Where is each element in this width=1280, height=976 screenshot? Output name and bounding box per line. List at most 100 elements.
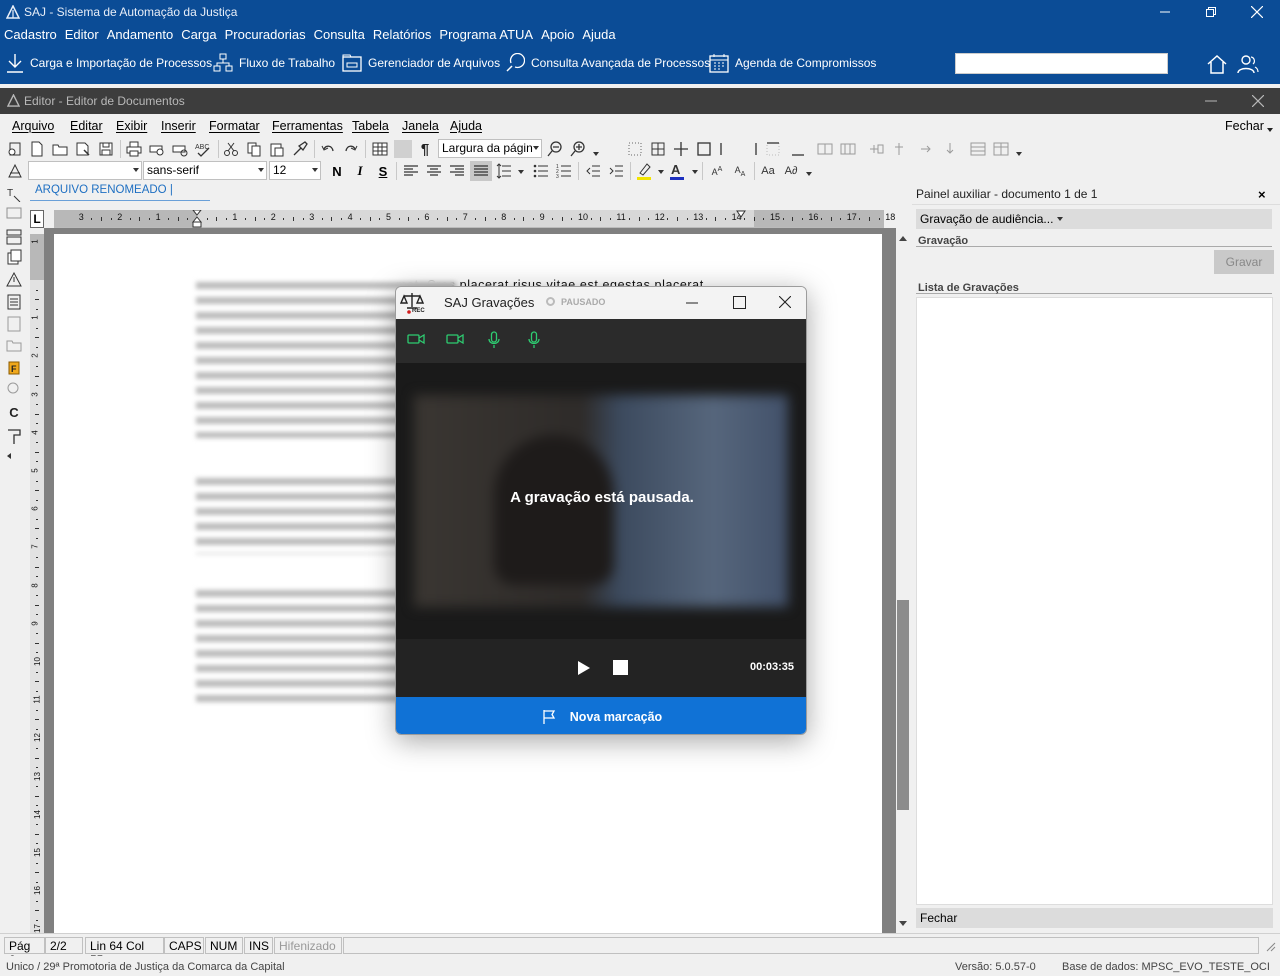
menu-cadastro[interactable]: Cadastro <box>0 27 61 42</box>
gerenciador-arquivos-button[interactable]: Gerenciador de Arquivos <box>342 52 500 74</box>
shrink-font-icon[interactable]: AA <box>731 162 749 180</box>
scroll-up-icon[interactable] <box>899 236 907 241</box>
field-icon[interactable]: F <box>5 359 23 377</box>
print-setup-icon[interactable] <box>171 140 189 158</box>
editor-menu-tabela[interactable]: Tabela <box>352 119 389 133</box>
list-doc-icon[interactable] <box>5 293 23 311</box>
stop-icon[interactable] <box>613 660 628 675</box>
menu-procuradorias[interactable]: Procuradorias <box>221 27 310 42</box>
page-icon[interactable] <box>5 315 23 333</box>
editor-menu-exibir[interactable]: Exibir <box>116 119 147 133</box>
decrease-indent-icon[interactable] <box>584 162 602 180</box>
border-bottom-icon[interactable] <box>789 140 807 158</box>
print-icon[interactable] <box>125 140 143 158</box>
fluxo-trabalho-button[interactable]: Fluxo de Trabalho <box>213 52 335 74</box>
editor-menu-janela[interactable]: Janela <box>402 119 439 133</box>
insert-row-icon[interactable] <box>867 140 885 158</box>
split-cells-icon[interactable] <box>839 140 857 158</box>
cut-icon[interactable] <box>222 140 240 158</box>
document-scrollbar[interactable] <box>896 228 910 933</box>
align-right-icon[interactable] <box>448 162 466 180</box>
nova-marcacao-button[interactable]: Nova marcação <box>396 697 806 734</box>
bullet-list-icon[interactable] <box>532 162 550 180</box>
play-icon[interactable] <box>577 660 591 676</box>
case-change-icon[interactable]: Aa <box>759 162 777 180</box>
border-left-icon[interactable] <box>718 140 736 158</box>
border-right-icon[interactable] <box>741 140 759 158</box>
redo-icon[interactable] <box>342 140 360 158</box>
pin-icon[interactable] <box>5 428 23 446</box>
numbered-list-icon[interactable]: 123 <box>555 162 573 180</box>
recordings-list[interactable] <box>916 297 1273 905</box>
tab-stop-selector[interactable]: L <box>30 210 44 228</box>
zoom-out-icon[interactable] <box>546 140 564 158</box>
aux-panel-close-icon[interactable]: × <box>1258 187 1266 202</box>
borders-outer-icon[interactable] <box>695 140 713 158</box>
home-icon[interactable] <box>1206 53 1228 75</box>
search-doc-icon[interactable] <box>5 380 23 398</box>
print-preview-icon[interactable] <box>148 140 166 158</box>
minimize-button[interactable] <box>1142 0 1188 24</box>
horizontal-ruler[interactable]: 3 2 1 1 2 3 4 5 6 7 8 9 10 11 12 13 14 15 16 17 18 <box>54 210 895 228</box>
merge-cells-icon[interactable] <box>816 140 834 158</box>
grow-font-icon[interactable]: AA <box>708 162 726 180</box>
document-stack-icon[interactable] <box>5 248 23 266</box>
paste-icon[interactable] <box>268 140 286 158</box>
document-tab[interactable]: ARQUIVO RENOMEADO | <box>30 183 210 201</box>
justify-icon[interactable] <box>470 161 492 181</box>
menu-ajuda[interactable]: Ajuda <box>578 27 619 42</box>
editor-fechar-menu[interactable]: Fechar <box>1225 119 1264 133</box>
insert-col-icon[interactable] <box>890 140 908 158</box>
table-grid-icon[interactable] <box>394 140 412 158</box>
format-painter-icon[interactable] <box>291 140 309 158</box>
font-size-select[interactable]: 12 <box>269 161 321 180</box>
table-autoformat-icon[interactable] <box>992 140 1010 158</box>
styles-icon[interactable] <box>6 162 24 180</box>
new-from-template-icon[interactable] <box>6 140 24 158</box>
style-select[interactable] <box>28 161 142 180</box>
c-icon[interactable]: C <box>5 403 23 421</box>
chevron-left-icon[interactable] <box>7 453 11 459</box>
undo-icon[interactable] <box>319 140 337 158</box>
bold-icon[interactable]: N <box>328 162 346 180</box>
increase-indent-icon[interactable] <box>607 162 625 180</box>
pilcrow-icon[interactable]: ¶ <box>416 140 434 158</box>
editor-menu-ajuda[interactable]: Ajuda <box>450 119 482 133</box>
menu-consulta[interactable]: Consulta <box>310 27 369 42</box>
text-marker-icon[interactable]: T <box>5 185 23 203</box>
menu-andamento[interactable]: Andamento <box>103 27 178 42</box>
agenda-compromissos-button[interactable]: Agenda de Compromissos <box>709 52 876 74</box>
editor-menu-arquivo[interactable]: Arquivo <box>12 119 54 133</box>
borders-dotted-icon[interactable] <box>626 140 644 158</box>
align-left-icon[interactable] <box>402 162 420 180</box>
font-select[interactable]: sans-serif <box>143 161 267 180</box>
editor-minimize-button[interactable] <box>1205 96 1217 106</box>
editor-menu-ferramentas[interactable]: Ferramentas <box>272 119 343 133</box>
close-button[interactable] <box>1234 0 1280 24</box>
users-icon[interactable] <box>1237 53 1259 75</box>
new-document-icon[interactable] <box>28 140 46 158</box>
scroll-down-icon[interactable] <box>899 921 907 926</box>
menu-carga[interactable]: Carga <box>177 27 220 42</box>
microphone-1-icon[interactable] <box>488 331 500 349</box>
delete-col-icon[interactable] <box>941 140 959 158</box>
folder-icon[interactable] <box>5 336 23 354</box>
recorder-close-button[interactable] <box>779 296 791 308</box>
insert-table-icon[interactable] <box>371 140 389 158</box>
spellcheck-icon[interactable]: ABC <box>194 140 212 158</box>
template-icon[interactable] <box>5 228 23 246</box>
scroll-thumb[interactable] <box>897 600 909 810</box>
first-line-indent-icon[interactable] <box>192 210 202 228</box>
borders-inner-icon[interactable] <box>672 140 690 158</box>
borders-all-icon[interactable] <box>649 140 667 158</box>
highlight-icon[interactable] <box>635 162 653 180</box>
resize-grip-icon[interactable] <box>1264 940 1276 952</box>
recorder-maximize-button[interactable] <box>733 296 746 309</box>
line-spacing-icon[interactable] <box>495 162 513 180</box>
editor-menu-editar[interactable]: Editar <box>70 119 103 133</box>
recorder-minimize-button[interactable] <box>686 302 698 304</box>
menu-apoio[interactable]: Apoio <box>537 27 578 42</box>
menu-programa-atua[interactable]: Programa ATUA <box>435 27 537 42</box>
consulta-avancada-button[interactable]: Consulta Avançada de Processos <box>505 52 710 74</box>
right-indent-icon[interactable] <box>736 210 746 220</box>
